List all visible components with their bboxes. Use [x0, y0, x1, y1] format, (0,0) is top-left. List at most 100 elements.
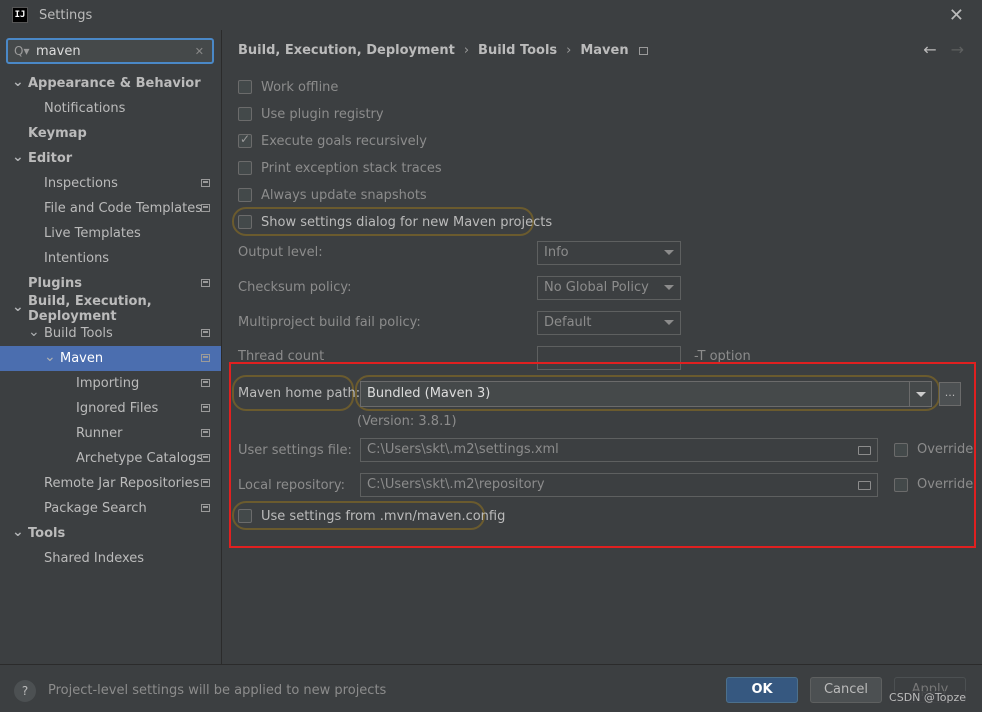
checkbox-box[interactable]	[238, 509, 252, 523]
breadcrumb: Build, Execution, Deployment › Build Too…	[238, 43, 648, 58]
sidebar-item-label: Importing	[76, 376, 140, 391]
use-mvn-config-checkbox[interactable]: Use settings from .mvn/maven.config	[238, 506, 505, 526]
checkbox-box[interactable]	[238, 161, 252, 175]
sidebar-item-shared-indexes[interactable]: Shared Indexes	[0, 546, 221, 571]
sidebar-item-package-search[interactable]: Package Search	[0, 496, 221, 521]
checkbox-box[interactable]	[238, 107, 252, 121]
sidebar-item-label: Tools	[28, 526, 66, 541]
forward-arrow-icon[interactable]: →	[951, 40, 964, 59]
maven-settings-panel: Build, Execution, Deployment › Build Too…	[223, 30, 982, 664]
chevron-down-icon[interactable]: ⌄	[44, 349, 56, 365]
checksum-policy-select[interactable]: No Global Policy	[537, 276, 681, 300]
checkbox-box[interactable]	[238, 188, 252, 202]
sidebar-item-label: Notifications	[44, 101, 126, 116]
checkbox-label: Use settings from .mvn/maven.config	[261, 508, 506, 524]
chevron-down-icon[interactable]: ⌄	[12, 524, 24, 540]
search-input-value[interactable]: maven	[36, 44, 195, 59]
project-scope-icon	[201, 379, 210, 387]
project-scope-icon	[201, 329, 210, 337]
sidebar-item-keymap[interactable]: Keymap	[0, 121, 221, 146]
sidebar-item-plugins[interactable]: Plugins	[0, 271, 221, 296]
checkbox-box[interactable]	[894, 442, 908, 457]
checkbox-label: Execute goals recursively	[261, 133, 427, 149]
sidebar-item-label: Intentions	[44, 251, 110, 266]
checkbox-label: Work offline	[261, 79, 339, 95]
show-settings-dialog-checkbox[interactable]: Show settings dialog for new Maven proje…	[238, 212, 552, 232]
sidebar-item-label: Shared Indexes	[44, 551, 145, 566]
checkbox-label: Always update snapshots	[261, 187, 427, 203]
sidebar-item-tools[interactable]: ⌄ Tools	[0, 521, 221, 546]
footer-note: Project-level settings will be applied t…	[48, 683, 387, 698]
input-value: C:\Users\skt\.m2\repository	[367, 477, 545, 492]
folder-icon[interactable]	[858, 446, 871, 455]
chevron-down-icon	[664, 285, 674, 290]
sidebar-item-label: Keymap	[28, 126, 87, 141]
always-update-checkbox[interactable]: Always update snapshots	[238, 185, 427, 205]
browse-maven-home-button[interactable]: ...	[939, 382, 961, 406]
dialog-footer: ? Project-level settings will be applied…	[0, 664, 982, 712]
checkbox-box[interactable]	[238, 215, 252, 229]
sidebar-item-archetype-catalogs[interactable]: Archetype Catalogs	[0, 446, 221, 471]
sidebar-item-build-execution-deployment[interactable]: ⌄ Build, Execution, Deployment	[0, 294, 221, 324]
sidebar-item-appearance-behavior[interactable]: ⌄ Appearance & Behavior	[0, 71, 221, 96]
clear-search-icon[interactable]: ✕	[195, 45, 204, 58]
local-repository-input[interactable]: C:\Users\skt\.m2\repository	[360, 473, 878, 497]
project-scope-icon	[201, 504, 210, 512]
chevron-down-icon[interactable]: ⌄	[12, 74, 24, 90]
sidebar-item-importing[interactable]: Importing	[0, 371, 221, 396]
settings-tree: ⌄ Appearance & Behavior Notifications Keyma…	[0, 71, 221, 571]
sidebar-item-file-and-code-templates[interactable]: File and Code Templates	[0, 196, 221, 221]
folder-icon[interactable]	[858, 481, 871, 490]
search-input[interactable]: Q▾ maven ✕	[6, 38, 214, 64]
checkbox-box[interactable]	[238, 80, 252, 94]
checkbox-label: Use plugin registry	[261, 106, 384, 122]
breadcrumb-item[interactable]: Build, Execution, Deployment	[238, 43, 455, 58]
help-icon[interactable]: ?	[14, 680, 36, 702]
project-scope-icon	[201, 354, 210, 362]
sidebar-item-label: Inspections	[44, 176, 118, 191]
project-scope-icon	[201, 454, 210, 462]
sidebar-item-runner[interactable]: Runner	[0, 421, 221, 446]
sidebar-item-label: Remote Jar Repositories	[44, 476, 200, 491]
chevron-down-icon[interactable]: ⌄	[12, 149, 24, 165]
sidebar-item-editor[interactable]: ⌄ Editor	[0, 146, 221, 171]
local-repository-override-checkbox[interactable]: Override	[894, 477, 973, 492]
chevron-down-icon[interactable]: ⌄	[12, 299, 24, 315]
sidebar-item-remote-jar-repositories[interactable]: Remote Jar Repositories	[0, 471, 221, 496]
plugin-registry-checkbox[interactable]: Use plugin registry	[238, 104, 384, 124]
sidebar-item-intentions[interactable]: Intentions	[0, 246, 221, 271]
sidebar-item-inspections[interactable]: Inspections	[0, 171, 221, 196]
maven-home-select[interactable]: Bundled (Maven 3)	[360, 381, 932, 407]
sidebar-item-label: Ignored Files	[76, 401, 159, 416]
sidebar-item-live-templates[interactable]: Live Templates	[0, 221, 221, 246]
checkbox-box[interactable]	[238, 132, 252, 148]
window-title: Settings	[39, 7, 93, 23]
sidebar-item-notifications[interactable]: Notifications	[0, 96, 221, 121]
sidebar-item-ignored-files[interactable]: Ignored Files	[0, 396, 221, 421]
sidebar-item-label: Maven	[60, 351, 104, 366]
work-offline-checkbox[interactable]: Work offline	[238, 77, 338, 97]
chevron-down-icon[interactable]	[909, 382, 931, 406]
project-scope-icon	[201, 279, 210, 287]
sidebar-item-build-tools[interactable]: ⌄ Build Tools	[0, 321, 221, 346]
output-level-label: Output level:	[238, 245, 323, 260]
chevron-down-icon[interactable]: ⌄	[28, 324, 40, 340]
sidebar-item-maven[interactable]: ⌄ Maven	[0, 346, 221, 371]
output-level-select[interactable]: Info	[537, 241, 681, 265]
sidebar-item-label: Editor	[28, 151, 73, 166]
breadcrumb-item[interactable]: Build Tools	[478, 43, 557, 58]
user-settings-override-checkbox[interactable]: Override	[894, 442, 973, 457]
fail-policy-select[interactable]: Default	[537, 311, 681, 335]
sidebar-item-label: Plugins	[28, 276, 82, 291]
cancel-button[interactable]: Cancel	[810, 677, 882, 703]
checkbox-label: Override	[917, 477, 974, 492]
back-arrow-icon[interactable]: ←	[923, 40, 936, 59]
breadcrumb-separator-icon: ›	[566, 43, 572, 58]
close-icon[interactable]: ✕	[949, 5, 964, 26]
execute-goals-checkbox[interactable]: Execute goals recursively	[238, 131, 427, 151]
user-settings-input[interactable]: C:\Users\skt\.m2\settings.xml	[360, 438, 878, 462]
project-scope-icon	[201, 204, 210, 212]
print-exception-checkbox[interactable]: Print exception stack traces	[238, 158, 442, 178]
ok-button[interactable]: OK	[726, 677, 798, 703]
checkbox-box[interactable]	[894, 477, 908, 492]
